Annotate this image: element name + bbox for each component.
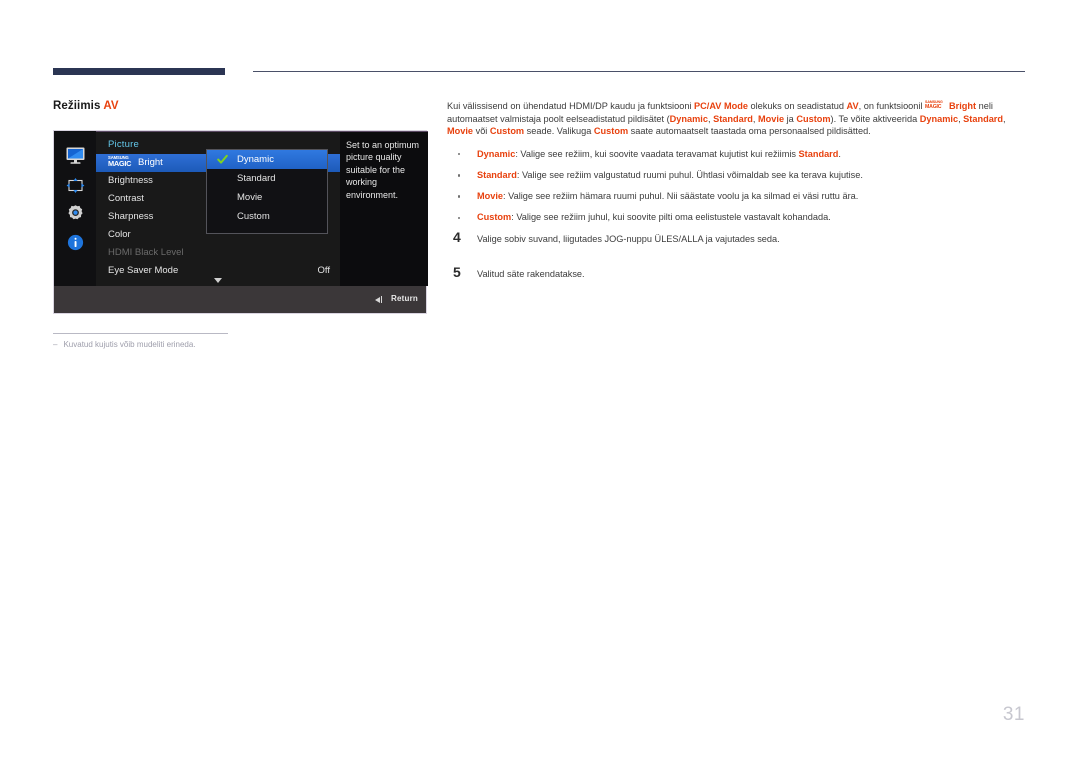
header-rule-thick: [53, 68, 225, 75]
samsung-magic-logo-line2: MAGIC: [925, 104, 942, 111]
osd-submenu-option-standard[interactable]: Standard: [207, 169, 327, 188]
step-number: 5: [453, 264, 461, 281]
para-seg: seade. Valikuga: [524, 126, 594, 137]
osd-submenu-option-custom[interactable]: Custom: [207, 207, 327, 226]
main-content: Kui välissisend on ühendatud HDMI/DP kau…: [447, 100, 1027, 302]
para-seg: või: [473, 126, 490, 137]
manual-page: Režiimis AV Picture SAMSUNG MAGIC Bright…: [0, 0, 1080, 763]
osd-menu-item-hdmi-black-level: HDMI Black Level: [96, 244, 340, 262]
footnote-dash: ‒: [53, 340, 58, 349]
list-item: Standard: Valige see režiim valgustatud …: [447, 169, 1027, 182]
para-seg: ). Te võite aktiveerida: [830, 113, 920, 124]
para-term-movie-2: Movie: [447, 126, 474, 137]
info-icon[interactable]: [65, 232, 86, 253]
para-term-bright: Bright: [949, 101, 977, 111]
osd-icon-rail: [54, 131, 96, 286]
osd-menu-item-label: Sharpness: [108, 211, 154, 222]
list-item: Custom: Valige see režiim juhul, kui soo…: [447, 211, 1027, 224]
para-seg: , on funktsioonil: [858, 101, 926, 111]
samsung-magic-logo-inline: SAMSUNG MAGIC: [925, 100, 949, 111]
chevron-down-icon[interactable]: [214, 278, 222, 283]
samsung-magic-logo-line2: MAGIC: [108, 158, 132, 168]
para-term-custom-3: Custom: [593, 126, 629, 137]
bullet-term: Dynamic: [477, 148, 516, 159]
para-term-custom: Custom: [796, 113, 831, 124]
step-number: 4: [453, 229, 461, 246]
bullet-text-after: .: [838, 148, 841, 159]
osd-submenu-option-label: Standard: [237, 173, 276, 184]
footnote-rule: [53, 333, 228, 334]
osd-bottom-bar: Return: [54, 286, 426, 313]
step-item: 4 Valige sobiv suvand, liigutades JOG-nu…: [447, 229, 1027, 256]
osd-screenshot: Picture SAMSUNG MAGIC Bright Brightness …: [53, 130, 428, 314]
mode-description-list: Dynamic: Valige see režiim, kui soovite …: [447, 148, 1027, 224]
osd-submenu-option-label: Custom: [237, 211, 270, 222]
gear-icon[interactable]: [65, 203, 86, 224]
para-term-av: AV: [846, 101, 859, 111]
page-title: Režiimis AV: [53, 100, 119, 112]
bullet-text: Valige see režiim hämara ruumi puhul. Ni…: [508, 190, 859, 201]
bullet-term: Standard: [477, 169, 517, 180]
monitor-icon[interactable]: [65, 145, 86, 166]
osd-description-text: Set to an optimum picture quality suitab…: [346, 140, 420, 200]
para-seg: saate automaatselt taastada oma personaa…: [628, 126, 871, 137]
resize-arrows-icon[interactable]: [65, 175, 86, 196]
osd-menu-item-label: Color: [108, 229, 131, 240]
footnote: ‒ Kuvatud kujutis võib mudeliti erineda.: [53, 340, 196, 349]
page-title-text: Režiimis: [53, 100, 101, 112]
osd-menu-item-label: HDMI Black Level: [108, 247, 184, 258]
osd-menu-item-label: Brightness: [108, 175, 153, 186]
bullet-term: Movie: [477, 190, 504, 201]
para-seg: Kui välissisend on ühendatud HDMI/DP kau…: [447, 101, 695, 111]
footnote-text: Kuvatud kujutis võib mudeliti erineda.: [63, 340, 196, 349]
back-arrow-icon[interactable]: [375, 297, 380, 303]
header-rule: [53, 68, 1025, 76]
osd-submenu-option-dynamic[interactable]: Dynamic: [207, 150, 327, 169]
para-seg: olekuks on seadistatud: [747, 101, 847, 111]
para-term-dynamic-2: Dynamic: [919, 113, 959, 124]
samsung-magic-logo: SAMSUNG MAGIC: [108, 154, 138, 170]
para-term-movie: Movie: [758, 113, 785, 124]
para-seg: ,: [1003, 113, 1006, 124]
page-number: 31: [1002, 704, 1025, 725]
para-term-standard: Standard: [713, 113, 753, 124]
para-term-dynamic: Dynamic: [669, 113, 708, 124]
step-text: Valitud säte rakendatakse.: [477, 269, 585, 280]
osd-menu-item-label: Bright: [138, 157, 163, 168]
osd-return-label[interactable]: Return: [391, 294, 418, 303]
procedure-steps: 4 Valige sobiv suvand, liigutades JOG-nu…: [447, 229, 1027, 291]
osd-menu-item-value: Off: [317, 265, 331, 276]
osd-menu-item-label: Contrast: [108, 193, 144, 204]
step-item: 5 Valitud säte rakendatakse.: [447, 264, 1027, 291]
intro-paragraph: Kui välissisend on ühendatud HDMI/DP kau…: [447, 100, 1027, 138]
para-term-custom-2: Custom: [489, 126, 525, 137]
step-text: Valige sobiv suvand, liigutades JOG-nupp…: [477, 234, 780, 245]
bullet-term: Custom: [477, 212, 512, 223]
osd-menu-item-label: Eye Saver Mode: [108, 265, 179, 276]
header-rule-thin: [253, 71, 1025, 72]
page-title-accent: AV: [103, 100, 119, 112]
bullet-text: Valige see režiim, kui soovite vaadata t…: [520, 148, 799, 159]
para-term-standard-2: Standard: [963, 113, 1003, 124]
list-item: Movie: Valige see režiim hämara ruumi pu…: [447, 190, 1027, 203]
bullet-text: Valige see režiim juhul, kui soovite pil…: [516, 212, 831, 223]
check-icon: [217, 154, 228, 165]
back-arrow-bar-icon: [380, 296, 382, 303]
osd-submenu-option-movie[interactable]: Movie: [207, 188, 327, 207]
list-item: Dynamic: Valige see režiim, kui soovite …: [447, 148, 1027, 161]
bullet-term-inline: Standard: [798, 148, 839, 159]
para-term-pcav-mode: PC/AV Mode: [694, 101, 748, 111]
osd-submenu-magicbright: Dynamic Standard Movie Custom: [206, 149, 328, 234]
osd-submenu-option-label: Dynamic: [237, 154, 274, 165]
osd-menu-title: Picture: [108, 139, 139, 150]
osd-description-pane: Set to an optimum picture quality suitab…: [340, 131, 428, 286]
bullet-text: Valige see režiim valgustatud ruumi puhu…: [521, 169, 863, 180]
para-seg: ja: [784, 113, 797, 124]
osd-submenu-option-label: Movie: [237, 192, 263, 203]
